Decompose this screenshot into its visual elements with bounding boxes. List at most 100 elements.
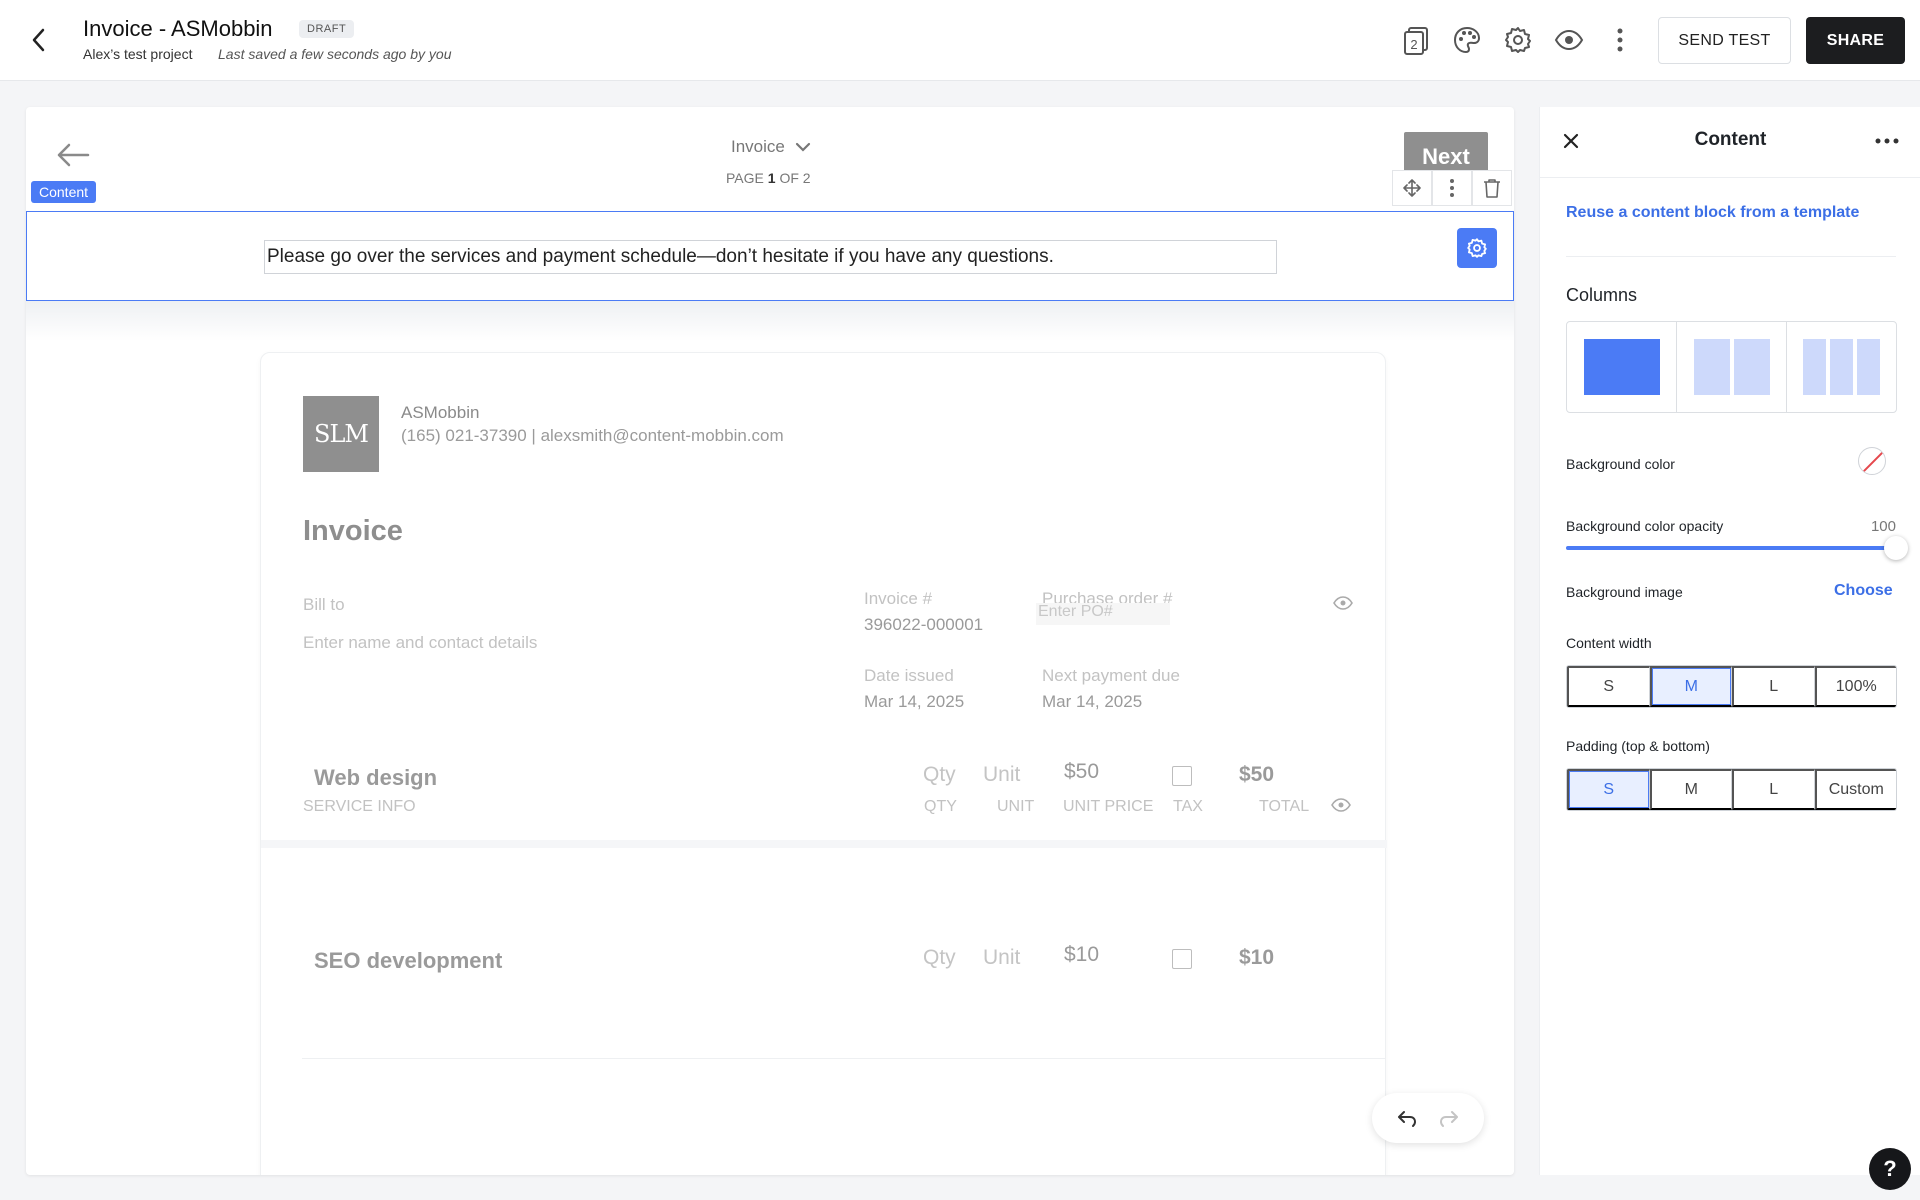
- invoice-number[interactable]: 396022-000001: [864, 615, 983, 635]
- move-block-button[interactable]: [1392, 170, 1432, 206]
- line-item-row-1[interactable]: Web design Qty Unit $50 $50: [260, 747, 1386, 947]
- company-logo[interactable]: SLM: [303, 396, 379, 472]
- content-width-m[interactable]: M: [1649, 666, 1732, 707]
- content-width-l[interactable]: L: [1732, 666, 1815, 707]
- project-name[interactable]: Alex’s test project: [83, 46, 192, 62]
- line-item-total: $10: [1239, 946, 1275, 969]
- column-preview: [1733, 339, 1770, 395]
- line-item-unit[interactable]: Unit: [983, 763, 1020, 787]
- status-badge: DRAFT: [299, 20, 355, 38]
- padding-s[interactable]: S: [1567, 769, 1650, 810]
- bill-to-label: Bill to: [303, 595, 345, 614]
- opacity-slider-thumb[interactable]: [1884, 536, 1908, 560]
- chevron-left-icon: [32, 28, 45, 52]
- panel-more-button[interactable]: [1872, 126, 1902, 156]
- more-options-button[interactable]: [1604, 24, 1636, 56]
- content-width-s[interactable]: S: [1567, 666, 1650, 707]
- background-color-picker[interactable]: [1858, 447, 1886, 475]
- panel-divider: [1540, 177, 1920, 178]
- eye-icon: [1333, 596, 1353, 610]
- undo-redo-controls: [1372, 1093, 1484, 1143]
- move-icon: [1403, 179, 1421, 197]
- date-issued-label: Date issued: [864, 666, 954, 685]
- three-column-option[interactable]: [1787, 322, 1896, 412]
- gear-icon: [1467, 238, 1487, 258]
- company-contact: (165) 021-37390 | alexsmith@content-mobb…: [401, 426, 784, 445]
- page-count-text: 2: [1410, 37, 1417, 52]
- padding-m[interactable]: M: [1649, 769, 1732, 810]
- theme-button[interactable]: [1451, 24, 1483, 56]
- line-item-name[interactable]: Web design: [314, 765, 437, 791]
- toggle-details-visibility[interactable]: [1333, 596, 1353, 610]
- pages-icon: 2: [1404, 27, 1428, 55]
- padding-selector: S M L Custom: [1566, 768, 1897, 811]
- line-item-name[interactable]: SEO development: [314, 948, 502, 974]
- one-column-option[interactable]: [1567, 322, 1677, 412]
- block-settings-button[interactable]: [1457, 228, 1497, 268]
- invoice-heading: Invoice: [303, 515, 403, 547]
- preview-button[interactable]: [1553, 24, 1585, 56]
- content-width-selector: S M L 100%: [1566, 665, 1897, 708]
- column-preview: [1857, 339, 1880, 395]
- editor-canvas: Invoice PAGE 1 OF 2 Next Content SLM ASM…: [26, 107, 1514, 1175]
- chevron-down-icon: [795, 142, 810, 152]
- selected-content-block[interactable]: [26, 211, 1514, 301]
- padding-label: Padding (top & bottom): [1566, 738, 1710, 754]
- line-item-price[interactable]: $10: [1064, 943, 1099, 967]
- send-test-button[interactable]: SEND TEST: [1658, 17, 1791, 64]
- trash-icon: [1484, 179, 1500, 198]
- line-item-price[interactable]: $50: [1064, 760, 1099, 784]
- delete-block-button[interactable]: [1472, 170, 1512, 206]
- content-width-full[interactable]: 100%: [1814, 666, 1896, 707]
- undo-icon: [1398, 1111, 1416, 1127]
- line-item-tax-checkbox[interactable]: [1172, 949, 1192, 969]
- line-item-qty[interactable]: Qty: [923, 946, 956, 970]
- settings-button[interactable]: [1502, 24, 1534, 56]
- column-preview: [1583, 339, 1660, 395]
- line-item-unit[interactable]: Unit: [983, 946, 1020, 970]
- columns-label: Columns: [1566, 285, 1638, 305]
- two-column-option[interactable]: [1677, 322, 1787, 412]
- arrow-left-icon: [57, 143, 90, 167]
- date-issued[interactable]: Mar 14, 2025: [864, 692, 964, 712]
- block-toolbar: [1392, 170, 1512, 206]
- row-divider: [302, 1058, 1386, 1059]
- top-bar: Invoice - ASMobbin DRAFT Alex’s test pro…: [0, 0, 1920, 81]
- reuse-block-link[interactable]: Reuse a content block from a template: [1566, 204, 1859, 222]
- block-shadow: [26, 301, 1514, 341]
- content-settings-panel: Content Reuse a content block from a tem…: [1539, 107, 1920, 1175]
- po-input[interactable]: Enter PO#: [1036, 603, 1170, 625]
- logo-text: SLM: [314, 420, 369, 448]
- line-item-row-2[interactable]: SEO development Qty Unit $10 $10: [260, 930, 1386, 1010]
- previous-page-button[interactable]: [56, 143, 90, 172]
- document-title: Invoice - ASMobbin: [83, 16, 273, 41]
- gear-icon: [1505, 27, 1531, 53]
- help-button[interactable]: ?: [1869, 1148, 1911, 1190]
- redo-button[interactable]: [1433, 1102, 1465, 1134]
- page-selector[interactable]: Invoice: [731, 137, 811, 157]
- horizontal-dots-icon: [1875, 138, 1899, 144]
- pages-button[interactable]: 2: [1400, 24, 1432, 56]
- vertical-dots-icon: [1450, 179, 1454, 197]
- back-button[interactable]: [24, 24, 52, 56]
- undo-button[interactable]: [1391, 1102, 1423, 1134]
- message-input[interactable]: [264, 240, 1277, 274]
- page-current: 1: [767, 170, 776, 186]
- background-opacity-label: Background color opacity: [1566, 518, 1724, 534]
- line-item-qty[interactable]: Qty: [923, 763, 956, 787]
- line-item-total: $50: [1239, 763, 1275, 786]
- bill-to-field[interactable]: Enter name and contact details: [303, 633, 537, 653]
- padding-l[interactable]: L: [1732, 769, 1815, 810]
- page-selector-label: Invoice: [731, 137, 785, 156]
- padding-custom[interactable]: Custom: [1814, 769, 1896, 810]
- block-more-button[interactable]: [1432, 170, 1472, 206]
- line-item-tax-checkbox[interactable]: [1172, 766, 1192, 786]
- next-due-date[interactable]: Mar 14, 2025: [1042, 692, 1142, 712]
- opacity-slider-track[interactable]: [1566, 546, 1896, 550]
- panel-title: Content: [1694, 129, 1767, 150]
- share-button[interactable]: SHARE: [1806, 17, 1905, 64]
- page-info-prefix: PAGE: [726, 170, 768, 186]
- columns-selector: [1566, 321, 1897, 413]
- choose-image-link[interactable]: Choose: [1834, 582, 1893, 600]
- background-image-label: Background image: [1566, 584, 1683, 600]
